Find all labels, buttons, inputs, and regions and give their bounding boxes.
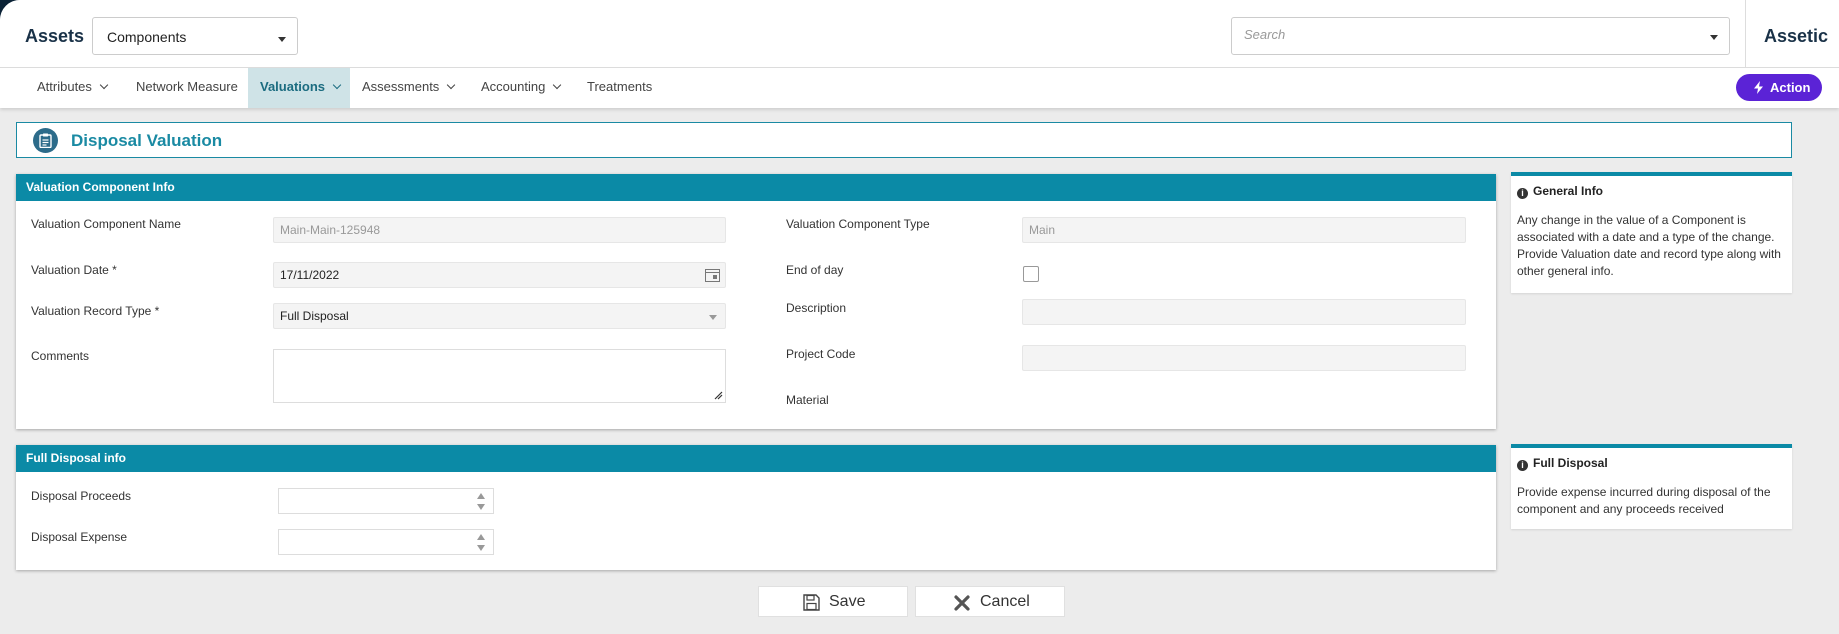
cancel-button[interactable]: Cancel bbox=[915, 586, 1065, 617]
material-label: Material bbox=[786, 393, 829, 407]
project-code-input[interactable] bbox=[1022, 345, 1466, 371]
action-button[interactable]: Action bbox=[1736, 74, 1822, 101]
chevron-down-icon bbox=[553, 80, 562, 90]
nav-item-accounting[interactable]: Accounting bbox=[469, 68, 569, 108]
panel-heading: Full Disposal info bbox=[16, 445, 1496, 472]
caret-down-icon bbox=[278, 37, 286, 42]
resize-grip-icon[interactable] bbox=[714, 391, 723, 400]
module-select[interactable]: Components bbox=[92, 17, 298, 55]
nav-item-attributes[interactable]: Attributes bbox=[25, 68, 122, 108]
lightning-bolt-icon bbox=[1754, 81, 1763, 94]
info-heading-text: General Info bbox=[1533, 184, 1604, 198]
disposal-expense-input[interactable] bbox=[278, 529, 494, 555]
search-input[interactable] bbox=[1244, 27, 1684, 42]
increment-arrow-icon[interactable] bbox=[477, 493, 485, 499]
end-of-day-checkbox[interactable] bbox=[1023, 266, 1039, 282]
disposal-expense-label: Disposal Expense bbox=[31, 530, 128, 544]
header-divider bbox=[1745, 0, 1746, 68]
component-name-label: Valuation Component Name bbox=[31, 217, 181, 231]
save-button[interactable]: Save bbox=[758, 586, 908, 617]
disposal-proceeds-input[interactable] bbox=[278, 488, 494, 514]
increment-arrow-icon[interactable] bbox=[477, 534, 485, 540]
info-heading-text: Full Disposal bbox=[1533, 456, 1608, 470]
caret-down-icon bbox=[709, 315, 717, 320]
chevron-down-icon bbox=[99, 80, 109, 90]
clipboard-icon bbox=[33, 128, 58, 153]
info-heading: i General Info bbox=[1517, 184, 1603, 199]
info-circle-icon: i bbox=[1517, 460, 1528, 471]
caret-down-icon[interactable] bbox=[1710, 35, 1718, 40]
page-title: Disposal Valuation bbox=[71, 131, 223, 150]
nav-item-network-measure[interactable]: Network Measure bbox=[124, 68, 244, 108]
component-type-field: Main bbox=[1022, 217, 1466, 243]
chevron-down-icon bbox=[447, 80, 456, 90]
comments-textarea[interactable] bbox=[273, 349, 726, 403]
nav-item-label: Assessments bbox=[362, 79, 440, 94]
chevron-down-icon bbox=[332, 80, 342, 90]
module-select-value: Components bbox=[107, 29, 187, 45]
valuation-date-input[interactable]: 17/11/2022 bbox=[273, 262, 726, 288]
component-name-field: Main-Main-125948 bbox=[273, 217, 726, 243]
decrement-arrow-icon[interactable] bbox=[477, 504, 485, 510]
top-header: Assets Components Assetic bbox=[0, 0, 1839, 68]
module-nav: Attributes Network Measure Valuations As… bbox=[0, 68, 1839, 108]
app-title: Assets bbox=[25, 26, 85, 46]
full-disposal-info-card: i Full Disposal Provide expense incurred … bbox=[1511, 444, 1792, 529]
x-mark-icon bbox=[954, 595, 970, 611]
project-code-label: Project Code bbox=[786, 347, 856, 361]
action-label: Action bbox=[1770, 80, 1811, 95]
info-circle-icon: i bbox=[1517, 188, 1528, 199]
nav-item-label: Valuations bbox=[260, 79, 326, 94]
cancel-label: Cancel bbox=[980, 593, 1030, 610]
page-title-bar: Disposal Valuation bbox=[16, 122, 1792, 158]
decrement-arrow-icon[interactable] bbox=[477, 545, 485, 551]
valuation-date-label: Valuation Date * bbox=[31, 263, 117, 277]
general-info-card: i General Info Any change in the value of… bbox=[1511, 172, 1792, 293]
info-text-line: Provide expense incurred during disposal… bbox=[1517, 485, 1771, 499]
nav-item-label: Network Measure bbox=[136, 79, 238, 94]
record-type-select[interactable]: Full Disposal bbox=[273, 303, 726, 329]
valuation-date-value: 17/11/2022 bbox=[280, 268, 340, 282]
info-text-line: Provide Valuation date and record type a… bbox=[1517, 247, 1781, 261]
description-label: Description bbox=[786, 301, 847, 315]
save-label: Save bbox=[829, 593, 866, 610]
end-of-day-label: End of day bbox=[786, 263, 844, 277]
panel-heading: Valuation Component Info bbox=[16, 174, 1496, 201]
nav-item-treatments[interactable]: Treatments bbox=[575, 68, 665, 108]
nav-item-label: Attributes bbox=[37, 79, 92, 94]
comments-label: Comments bbox=[31, 349, 90, 363]
disposal-proceeds-label: Disposal Proceeds bbox=[31, 489, 132, 503]
nav-item-label: Accounting bbox=[481, 79, 546, 94]
app-window: Assets Components Assetic Attributes Net… bbox=[0, 0, 1839, 634]
info-text-line: associated with a date and a type of the… bbox=[1517, 230, 1775, 244]
record-type-label: Valuation Record Type * bbox=[31, 304, 160, 318]
component-type-label: Valuation Component Type bbox=[786, 217, 930, 231]
floppy-disk-icon bbox=[803, 594, 820, 611]
nav-item-label: Treatments bbox=[587, 79, 653, 94]
search-box[interactable] bbox=[1231, 17, 1730, 55]
calendar-icon[interactable] bbox=[705, 268, 720, 282]
info-text-line: other general info. bbox=[1517, 264, 1614, 278]
nav-item-assessments[interactable]: Assessments bbox=[350, 68, 460, 108]
disposal-info-panel: Full Disposal info Disposal Proceeds Dis… bbox=[16, 445, 1496, 570]
info-text-line: Any change in the value of a Component i… bbox=[1517, 213, 1746, 227]
nav-item-valuations[interactable]: Valuations bbox=[248, 68, 350, 108]
record-type-value: Full Disposal bbox=[280, 309, 349, 323]
description-input[interactable] bbox=[1022, 299, 1466, 325]
info-text-line: component and any proceeds received bbox=[1517, 502, 1724, 516]
component-info-panel: Valuation Component Info Valuation Compo… bbox=[16, 174, 1496, 429]
info-heading: i Full Disposal bbox=[1517, 456, 1608, 471]
brand-logo: Assetic bbox=[1764, 26, 1829, 46]
